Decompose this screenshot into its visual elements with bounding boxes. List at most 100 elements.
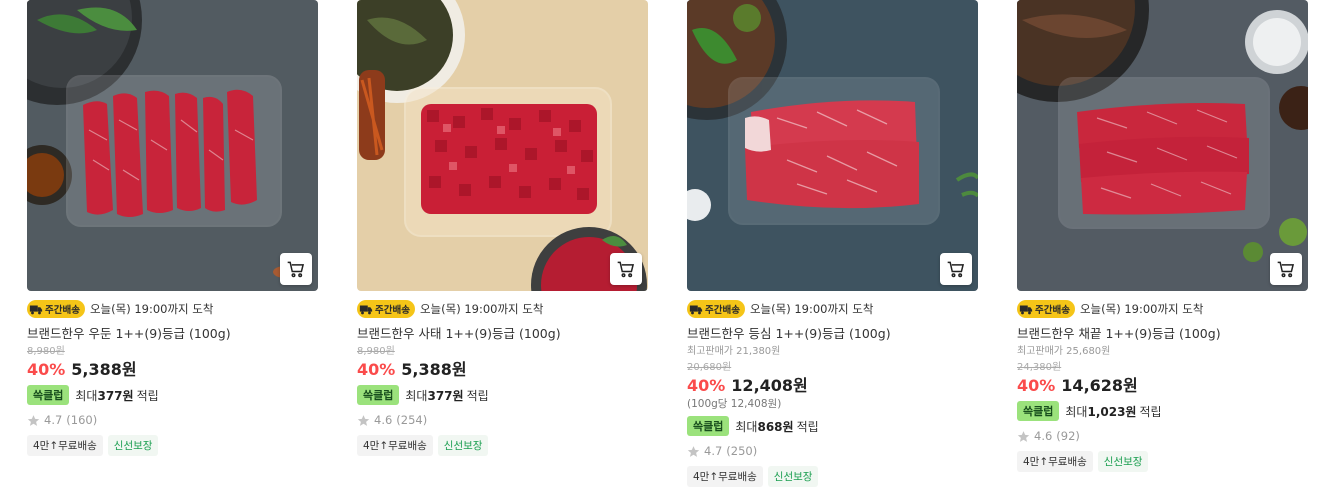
points-info: 쓱클럽 최대 377원 적립 [27, 385, 318, 405]
discount-rate: 40% [27, 360, 66, 379]
product-name[interactable]: 브랜드한우 우둔 1++(9)등급 (100g) [27, 325, 318, 343]
product-card[interactable]: 주간배송 오늘(목) 19:00까지 도착 브랜드한우 우둔 1++(9)등급 … [27, 0, 318, 456]
product-image[interactable] [357, 0, 648, 291]
star-icon [1017, 430, 1030, 442]
rating: 4.6 (254) [357, 412, 648, 428]
rating: 4.7 (250) [687, 443, 978, 459]
original-price: 24,380원 [1017, 362, 1062, 373]
ssak-club-badge: 쓱클럽 [27, 385, 70, 405]
badge-label: 주간배송 [705, 305, 740, 316]
original-price: 8,980원 [357, 346, 395, 357]
review-count: (254) [396, 413, 428, 427]
badge-label: 주간배송 [45, 305, 80, 316]
badge-label: 주간배송 [375, 305, 410, 316]
fresh-guarantee-tag: 신선보장 [1097, 451, 1149, 472]
points-info: 쓱클럽 최대 868원 적립 [687, 416, 978, 436]
free-shipping-tag: 4만↑무료배송 [1017, 451, 1093, 472]
product-name[interactable]: 브랜드한우 채끝 1++(9)등급 (100g) [1017, 325, 1308, 343]
price-row: 40% 5,388원 [27, 359, 318, 381]
delivery-time: 오늘(목) 19:00까지 도착 [1079, 302, 1204, 316]
cart-icon [287, 261, 305, 278]
delivery-info: 주간배송 오늘(목) 19:00까지 도착 [687, 299, 978, 319]
sale-price: 14,628원 [1061, 376, 1138, 395]
sale-price: 5,388원 [71, 360, 137, 379]
product-card[interactable]: 주간배송 오늘(목) 19:00까지 도착 브랜드한우 등심 1++(9)등급 … [687, 0, 978, 487]
delivery-info: 주간배송 오늘(목) 19:00까지 도착 [27, 299, 318, 319]
product-card[interactable]: 주간배송 오늘(목) 19:00까지 도착 브랜드한우 사태 1++(9)등급 … [357, 0, 648, 456]
tag-list: 4만↑무료배송 신선보장 [357, 435, 648, 456]
points-prefix: 최대 [1065, 404, 1088, 419]
star-icon [27, 414, 40, 426]
delivery-time: 오늘(목) 19:00까지 도착 [89, 302, 214, 316]
delivery-time: 오늘(목) 19:00까지 도착 [749, 302, 874, 316]
free-shipping-tag: 4만↑무료배송 [687, 466, 763, 487]
sale-price: 12,408원 [731, 376, 808, 395]
points-amount: 377원 [427, 388, 464, 403]
rating-score: 4.6 [374, 413, 393, 427]
product-name[interactable]: 브랜드한우 등심 1++(9)등급 (100g) [687, 325, 978, 343]
original-price: 20,680원 [687, 362, 732, 373]
discount-rate: 40% [1017, 376, 1056, 395]
weekly-delivery-badge: 주간배송 [1017, 300, 1075, 318]
weekly-delivery-badge: 주간배송 [687, 300, 745, 318]
star-icon [357, 414, 370, 426]
best-price: 최고판매가 21,380원 [687, 346, 781, 357]
truck-icon [29, 305, 43, 315]
points-amount: 868원 [757, 419, 794, 434]
free-shipping-tag: 4만↑무료배송 [27, 435, 103, 456]
sale-price: 5,388원 [401, 360, 467, 379]
points-prefix: 최대 [735, 419, 758, 434]
points-prefix: 최대 [75, 388, 98, 403]
ssak-club-badge: 쓱클럽 [357, 385, 400, 405]
tag-list: 4만↑무료배송 신선보장 [687, 466, 978, 487]
product-card[interactable]: 주간배송 오늘(목) 19:00까지 도착 브랜드한우 채끝 1++(9)등급 … [1017, 0, 1308, 472]
delivery-info: 주간배송 오늘(목) 19:00까지 도착 [1017, 299, 1308, 319]
truck-icon [1019, 305, 1033, 315]
weekly-delivery-badge: 주간배송 [357, 300, 415, 318]
discount-rate: 40% [687, 376, 726, 395]
points-suffix: 적립 [1139, 404, 1162, 419]
points-amount: 377원 [97, 388, 134, 403]
cart-icon [617, 261, 635, 278]
product-image[interactable] [1017, 0, 1308, 291]
rating: 4.6 (92) [1017, 428, 1308, 444]
points-suffix: 적립 [136, 388, 159, 403]
points-amount: 1,023원 [1087, 404, 1137, 419]
ssak-club-badge: 쓱클럽 [687, 416, 730, 436]
discount-rate: 40% [357, 360, 396, 379]
best-price: 최고판매가 25,680원 [1017, 346, 1111, 357]
rating-score: 4.6 [1034, 429, 1053, 443]
cart-button[interactable] [1270, 253, 1302, 285]
review-count: (250) [726, 444, 758, 458]
free-shipping-tag: 4만↑무료배송 [357, 435, 433, 456]
price-row: 40% 12,408원 [687, 375, 978, 397]
rating-score: 4.7 [44, 413, 63, 427]
product-image[interactable] [27, 0, 318, 291]
truck-icon [689, 305, 703, 315]
product-image[interactable] [687, 0, 978, 291]
ssak-club-badge: 쓱클럽 [1017, 401, 1060, 421]
product-name[interactable]: 브랜드한우 사태 1++(9)등급 (100g) [357, 325, 648, 343]
delivery-info: 주간배송 오늘(목) 19:00까지 도착 [357, 299, 648, 319]
cart-button[interactable] [280, 253, 312, 285]
original-price: 8,980원 [27, 346, 65, 357]
fresh-guarantee-tag: 신선보장 [107, 435, 159, 456]
points-suffix: 적립 [466, 388, 489, 403]
rating: 4.7 (160) [27, 412, 318, 428]
review-count: (92) [1056, 429, 1080, 443]
badge-label: 주간배송 [1035, 305, 1070, 316]
truck-icon [359, 305, 373, 315]
cart-icon [947, 261, 965, 278]
rating-score: 4.7 [704, 444, 723, 458]
unit-price: (100g당 12,408원) [687, 398, 782, 410]
fresh-guarantee-tag: 신선보장 [437, 435, 489, 456]
delivery-time: 오늘(목) 19:00까지 도착 [419, 302, 544, 316]
weekly-delivery-badge: 주간배송 [27, 300, 85, 318]
fresh-guarantee-tag: 신선보장 [767, 466, 819, 487]
points-info: 쓱클럽 최대 1,023원 적립 [1017, 401, 1308, 421]
price-row: 40% 14,628원 [1017, 375, 1308, 397]
cart-button[interactable] [940, 253, 972, 285]
points-prefix: 최대 [405, 388, 428, 403]
cart-button[interactable] [610, 253, 642, 285]
review-count: (160) [66, 413, 98, 427]
